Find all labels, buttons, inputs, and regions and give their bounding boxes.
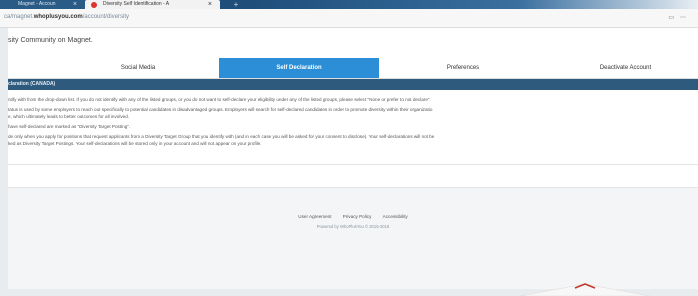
footer-copyright: Powered by WhoPlusYou © 2015-2018 bbox=[316, 224, 390, 229]
close-icon[interactable]: × bbox=[73, 0, 77, 9]
paragraph: tatus is used by some employers to reach… bbox=[8, 107, 433, 112]
reader-icon[interactable]: ▭ bbox=[668, 15, 680, 21]
tab-deactivate-account[interactable]: Deactivate Account bbox=[553, 58, 698, 78]
browser-toolbar-icons: ▭⋯ bbox=[668, 14, 692, 21]
tab-social-media[interactable]: Social Media bbox=[78, 58, 198, 78]
paragraph: ked as Diversity Target Postings. Your s… bbox=[8, 141, 262, 146]
menu-icon[interactable]: ⋯ bbox=[680, 15, 692, 21]
account-nav: Social Media Self Declaration Preference… bbox=[8, 58, 698, 79]
paragraph: e, which ultimately leads to better outc… bbox=[8, 114, 130, 119]
browser-tab-magnet[interactable]: Magnet - Accoun × bbox=[0, 0, 85, 9]
tab-self-declaration[interactable]: Self Declaration bbox=[219, 58, 379, 78]
browser-tab-bar: Magnet - Accoun × Diversity Self Identif… bbox=[0, 0, 698, 9]
footer: User Agreement Privacy Policy Accessibil… bbox=[8, 188, 698, 289]
footer-link-accessibility[interactable]: Accessibility bbox=[383, 214, 408, 219]
tabbar-background bbox=[250, 0, 698, 9]
page-content: sity Community on Magnet. Social Media S… bbox=[8, 28, 698, 289]
decorative-shape bbox=[520, 283, 650, 296]
footer-link-user-agreement[interactable]: User Agreement bbox=[298, 214, 331, 219]
url-text[interactable]: ca/magnet.whoplusyou.com/account/diversi… bbox=[4, 14, 129, 20]
url-path: /account/diversity bbox=[82, 14, 130, 20]
footer-link-privacy-policy[interactable]: Privacy Policy bbox=[343, 214, 372, 219]
paragraph: ntify with from the drop-down list. If y… bbox=[8, 97, 431, 102]
tab-label: Diversity Self Identification - A bbox=[103, 1, 170, 7]
tab-preferences[interactable]: Preferences bbox=[408, 58, 518, 78]
page-title: sity Community on Magnet. bbox=[8, 37, 93, 44]
tab-label: Magnet - Accoun bbox=[18, 1, 56, 7]
new-tab-icon[interactable]: + bbox=[225, 0, 247, 9]
divider bbox=[8, 164, 698, 165]
favicon-icon bbox=[91, 2, 97, 8]
declaration-text: ntify with from the drop-down list. If y… bbox=[8, 97, 698, 151]
paragraph: de only when you apply for positions tha… bbox=[8, 134, 435, 139]
address-bar[interactable]: ca/magnet.whoplusyou.com/account/diversi… bbox=[0, 9, 698, 28]
url-domain: whoplusyou.com bbox=[33, 14, 83, 20]
browser-tab-diversity[interactable]: Diversity Self Identification - A × bbox=[85, 0, 220, 9]
paragraph: have self-declared are marked as "Divers… bbox=[8, 124, 131, 129]
url-prefix: ca/magnet. bbox=[4, 14, 34, 20]
section-header: claration (CANADA) bbox=[8, 79, 698, 90]
footer-links: User Agreement Privacy Policy Accessibil… bbox=[8, 214, 698, 219]
close-icon[interactable]: × bbox=[208, 0, 212, 9]
